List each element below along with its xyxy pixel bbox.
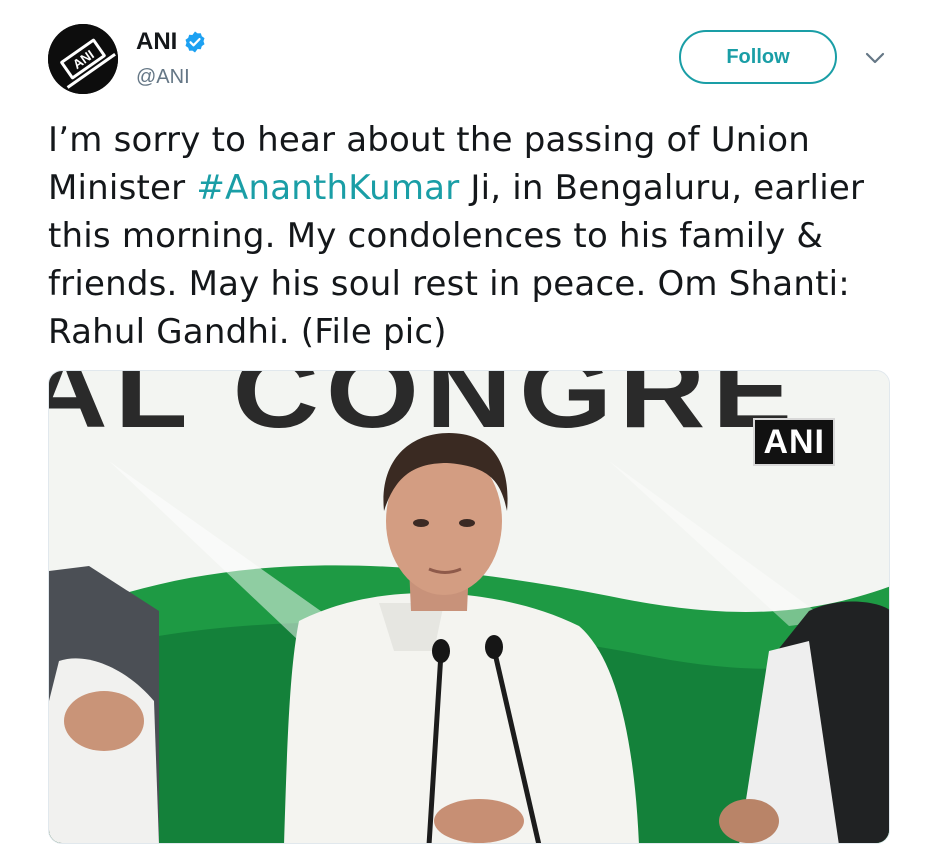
hashtag-link[interactable]: #AnanthKumar xyxy=(196,168,459,208)
account-handle[interactable]: @ANI xyxy=(136,66,190,89)
verified-badge-icon xyxy=(183,30,207,54)
tweet-text: I’m sorry to hear about the passing of U… xyxy=(48,116,898,356)
chevron-down-icon[interactable] xyxy=(864,50,886,66)
display-name[interactable]: ANI xyxy=(136,28,177,56)
ani-logo-icon: ANI xyxy=(48,24,118,94)
avatar[interactable]: ANI xyxy=(48,24,118,94)
tweet-card: ANI ANI @ANI Follow I’m sorry to hear ab… xyxy=(0,0,936,860)
ani-watermark: ANI xyxy=(753,418,835,466)
tweet-media-image[interactable]: AL CONGRE ANI xyxy=(48,370,890,844)
follow-button[interactable]: Follow xyxy=(679,30,837,84)
account-name-row: ANI xyxy=(136,28,207,56)
